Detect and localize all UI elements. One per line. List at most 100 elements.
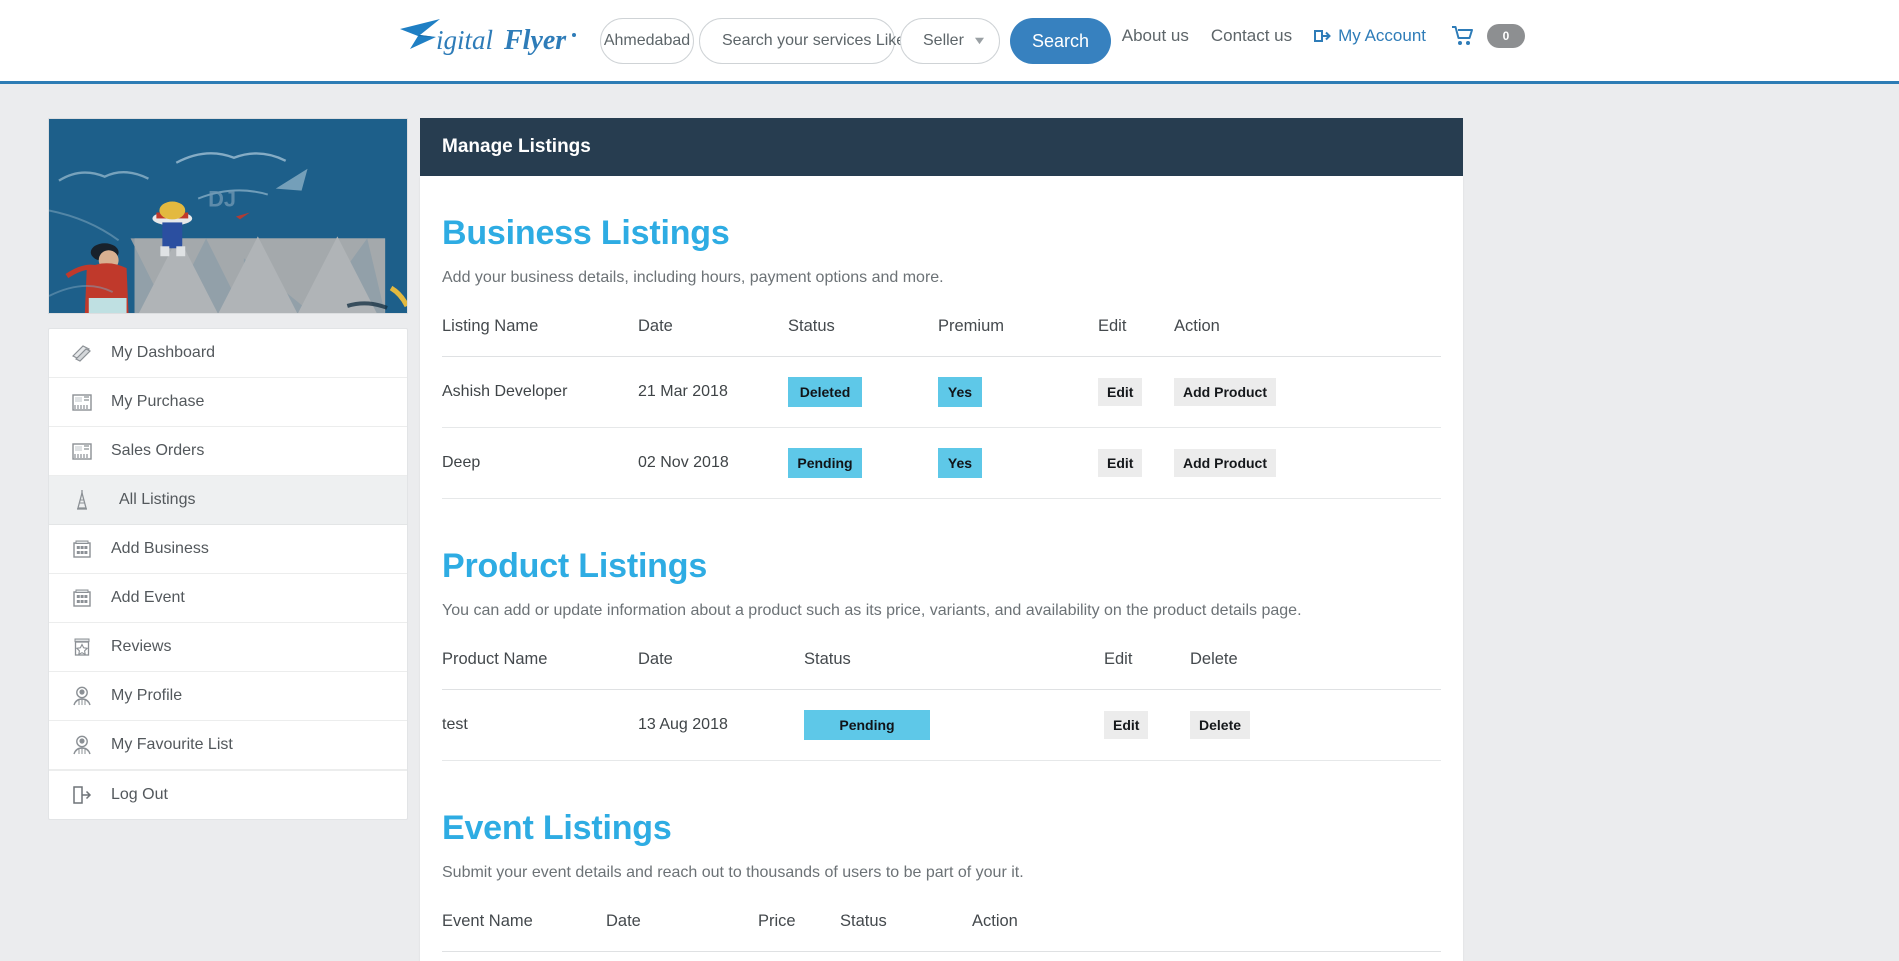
edit-button[interactable]: Edit	[1098, 378, 1143, 406]
business-date: 21 Mar 2018	[638, 356, 788, 428]
sidebar-item-my-favourite-list[interactable]: My Favourite List	[49, 721, 407, 770]
col-action: Action	[972, 912, 1441, 952]
col-product-name: Product Name	[442, 650, 638, 690]
sidebar-label: Add Business	[111, 540, 209, 557]
event-listings-table: Event Name Date Price Status Action Test…	[442, 912, 1441, 961]
business-name: Deep	[442, 427, 638, 499]
business-action-cell: Add Product	[1174, 427, 1441, 499]
sidebar-label: Sales Orders	[111, 442, 205, 459]
main-panel: Manage Listings Business Listings Add yo…	[420, 118, 1463, 961]
business-date: 02 Nov 2018	[638, 427, 788, 499]
product-listings-table: Product Name Date Status Edit Delete tes…	[442, 650, 1441, 761]
profile-banner-image: DJ	[48, 118, 408, 314]
business-status-cell: Deleted	[788, 356, 938, 428]
event-listings-description: Submit your event details and reach out …	[442, 864, 1024, 881]
search-role-select[interactable]: Seller ▼	[900, 18, 1000, 64]
sidebar-item-all-listings[interactable]: All Listings	[49, 476, 407, 525]
edit-button[interactable]: Edit	[1104, 711, 1149, 739]
edit-button[interactable]: Edit	[1098, 449, 1143, 477]
business-premium-cell: Yes	[938, 427, 1098, 499]
product-status-cell: Pending	[804, 689, 1104, 761]
sidebar-item-add-event[interactable]: Add Event	[49, 574, 407, 623]
business-listings-description: Add your business details, including hou…	[442, 269, 944, 286]
event-price-cell: R 43	[758, 951, 840, 961]
search-city-input[interactable]: Ahmedabad	[600, 18, 694, 64]
col-price: Price	[758, 912, 840, 952]
business-status-cell: Pending	[788, 427, 938, 499]
sidebar-item-reviews[interactable]: Reviews	[49, 623, 407, 672]
add-product-button[interactable]: Add Product	[1174, 449, 1276, 477]
sidebar-item-sales-orders[interactable]: Sales Orders	[49, 427, 407, 476]
status-badge: Deleted	[788, 377, 862, 407]
event-date: 12 Sep 2018	[606, 951, 758, 961]
col-date: Date	[606, 912, 758, 952]
premium-badge: Yes	[938, 448, 982, 478]
business-name: Ashish Developer	[442, 356, 638, 428]
table-row: Ashish Developer 21 Mar 2018 Deleted Yes…	[442, 356, 1441, 428]
business-listings-table: Listing Name Date Status Premium Edit Ac…	[442, 317, 1441, 499]
brand-logo[interactable]: igital Flyer	[396, 14, 596, 64]
cart-count-badge: 0	[1487, 24, 1525, 48]
table-row: test 13 Aug 2018 Pending Edit Delete	[442, 689, 1441, 761]
banner-illustration-icon: DJ	[49, 119, 407, 313]
sidebar-item-add-business[interactable]: Add Business	[49, 525, 407, 574]
search-query-input[interactable]: Search your services Like	[699, 18, 905, 64]
svg-text:Flyer: Flyer	[503, 25, 567, 56]
status-badge: Pending	[788, 448, 862, 478]
header-search-group: Ahmedabad Search your services Like Sell…	[600, 18, 1112, 64]
col-date: Date	[638, 650, 804, 690]
listings-icon	[69, 487, 95, 513]
col-date: Date	[638, 317, 788, 357]
sidebar-item-my-dashboard[interactable]: My Dashboard	[49, 329, 407, 378]
login-arrow-icon	[1314, 30, 1332, 42]
product-date: 13 Aug 2018	[638, 689, 804, 761]
digitalflyer-logo-icon: igital Flyer	[400, 19, 576, 56]
shopping-cart-icon	[1452, 26, 1473, 45]
product-listings-heading: Product Listings	[442, 547, 708, 585]
user-icon	[69, 683, 95, 709]
sidebar-item-log-out[interactable]: Log Out	[49, 770, 407, 819]
table-header-row: Listing Name Date Status Premium Edit Ac…	[442, 317, 1441, 357]
page-body: DJ My Dashboard My Purchase Sales Orders…	[0, 84, 1899, 961]
panel-title: Manage Listings	[420, 118, 1463, 176]
sidebar-item-my-purchase[interactable]: My Purchase	[49, 378, 407, 427]
sidebar-item-my-profile[interactable]: My Profile	[49, 672, 407, 721]
table-header-row: Event Name Date Price Status Action	[442, 912, 1441, 952]
col-edit: Edit	[1098, 317, 1174, 357]
business-action-cell: Add Product	[1174, 356, 1441, 428]
nav-about-us[interactable]: About us	[1122, 26, 1189, 46]
search-button[interactable]: Search	[1010, 18, 1112, 64]
nav-contact-us[interactable]: Contact us	[1211, 26, 1292, 46]
product-edit-cell: Edit	[1104, 689, 1190, 761]
add-product-button[interactable]: Add Product	[1174, 378, 1276, 406]
panel-body: Business Listings Add your business deta…	[420, 176, 1463, 961]
sidebar-label: My Purchase	[111, 393, 205, 410]
nav-my-account-label: My Account	[1338, 26, 1426, 45]
building-icon	[69, 536, 95, 562]
purchase-icon	[69, 389, 95, 415]
chevron-down-icon: ▼	[971, 34, 988, 47]
sidebar-label: Log Out	[111, 786, 168, 803]
cart-area[interactable]: 0	[1452, 24, 1525, 48]
col-status: Status	[804, 650, 1104, 690]
section-divider	[442, 507, 1441, 533]
delete-button[interactable]: Delete	[1190, 711, 1251, 739]
table-header-row: Product Name Date Status Edit Delete	[442, 650, 1441, 690]
dashboard-icon	[69, 340, 95, 366]
nav-my-account[interactable]: My Account	[1314, 26, 1426, 46]
col-action: Action	[1174, 317, 1441, 357]
col-delete: Delete	[1190, 650, 1441, 690]
svg-text:DJ: DJ	[208, 187, 236, 212]
business-listings-heading: Business Listings	[442, 214, 730, 252]
event-listings-section: Event Listings Submit your event details…	[442, 809, 1441, 961]
sidebar-label: Reviews	[111, 638, 172, 655]
table-row: Test 12 Sep 2018 R 43 Pending Edit Publi…	[442, 951, 1441, 961]
event-listings-heading: Event Listings	[442, 809, 672, 847]
col-listing-name: Listing Name	[442, 317, 638, 357]
business-edit-cell: Edit	[1098, 356, 1174, 428]
building-icon	[69, 585, 95, 611]
table-row: Deep 02 Nov 2018 Pending Yes Edit Add Pr…	[442, 427, 1441, 499]
search-query-placeholder: Search your services Like	[722, 32, 906, 49]
business-listings-section: Business Listings Add your business deta…	[442, 214, 1441, 499]
event-name: Test	[442, 951, 606, 961]
